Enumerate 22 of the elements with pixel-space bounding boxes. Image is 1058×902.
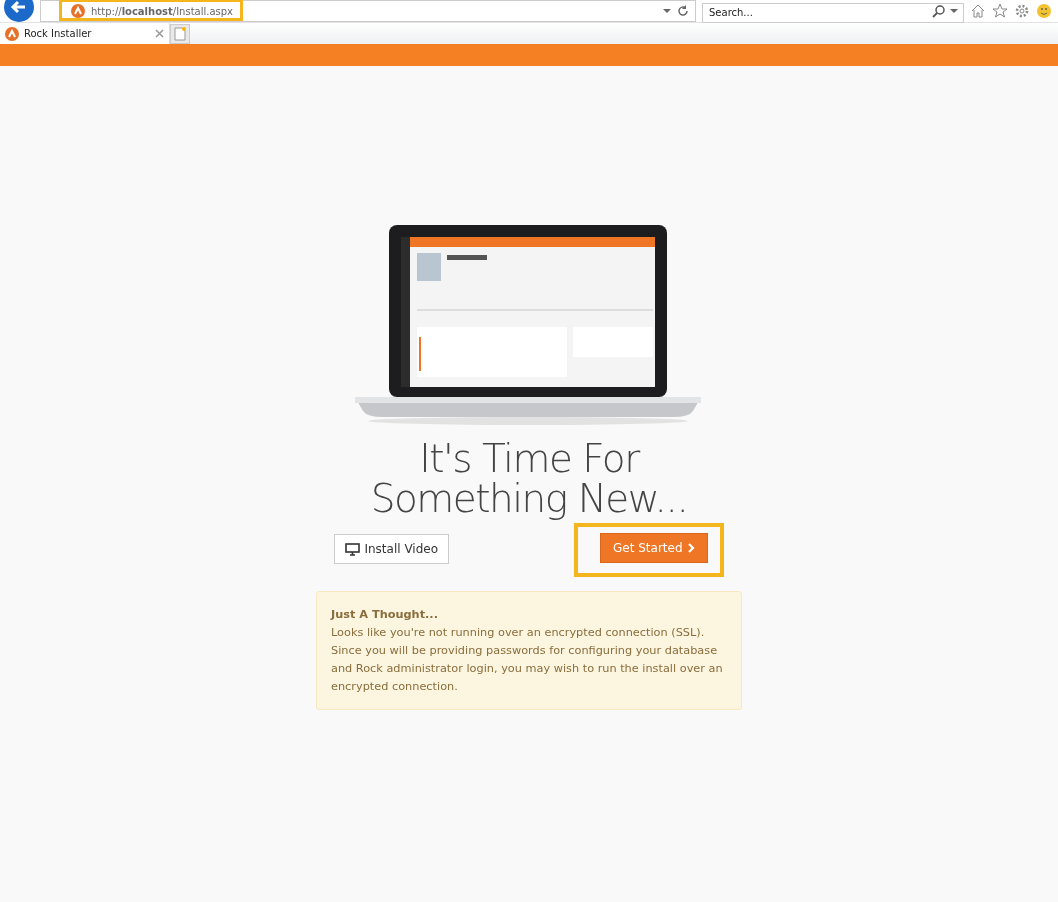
logo-icon — [5, 26, 19, 41]
star-icon[interactable] — [992, 3, 1008, 19]
settings-icon[interactable] — [1014, 3, 1030, 19]
install-video-button[interactable]: Install Video — [334, 534, 449, 564]
alert-title: Just A Thought... — [331, 607, 439, 623]
alert-text: Looks like you're not running over an encrypted connection (SSL). Since you will be providing passwords for configuring your database and Rock administrator login, you may wish to run the install over an encrypted connection. — [331, 625, 724, 695]
url-text: http://localhost/Install.aspx — [91, 5, 234, 17]
smiley-icon[interactable] — [1036, 3, 1052, 19]
back-button[interactable] — [4, 0, 34, 22]
dropdown-icon[interactable] — [663, 8, 671, 14]
browser-tab[interactable]: Rock Installer — [0, 23, 170, 44]
tab-title: Rock Installer — [24, 28, 92, 39]
chevron-icon — [687, 543, 695, 553]
dropdown-icon[interactable] — [950, 8, 958, 14]
page-heading: It's Time For Something New... — [370, 439, 688, 519]
search-icon[interactable] — [932, 4, 946, 18]
close-icon[interactable] — [155, 29, 164, 38]
refresh-icon[interactable] — [677, 5, 689, 17]
search-field[interactable]: Search... — [702, 2, 964, 23]
home-icon[interactable] — [970, 3, 986, 19]
logo-icon — [71, 4, 85, 18]
monitor-icon — [345, 542, 361, 556]
